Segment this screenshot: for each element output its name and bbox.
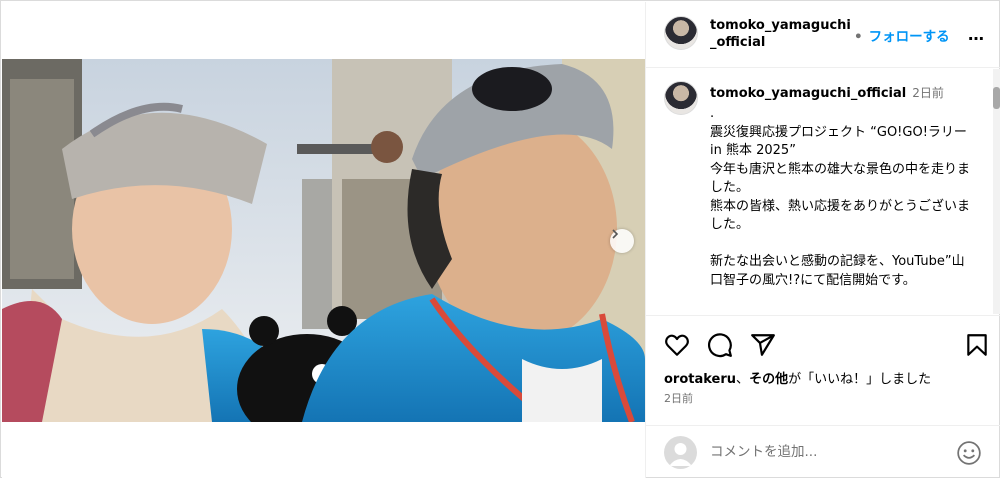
likes-summary: orotakeru、その他が「いいね！」しました bbox=[664, 368, 931, 387]
post-photo[interactable] bbox=[2, 59, 645, 422]
avatar[interactable] bbox=[664, 16, 698, 50]
follow-label: フォローする bbox=[868, 29, 950, 45]
header-username[interactable]: tomoko_yamaguchi _official bbox=[710, 17, 851, 51]
post-dialog: tomoko_yamaguchi _official • フォローする … tom… bbox=[0, 0, 1000, 478]
post-header: tomoko_yamaguchi _official • フォローする … bbox=[646, 2, 1000, 68]
caption-avatar[interactable] bbox=[664, 81, 698, 115]
follow-button[interactable]: • フォローする bbox=[854, 25, 950, 45]
header-username-line1: tomoko_yamaguchi bbox=[710, 18, 851, 33]
caption-header: tomoko_yamaguchi_official 2日前 bbox=[710, 84, 944, 102]
chevron-right-icon bbox=[612, 229, 619, 239]
comment-input[interactable] bbox=[710, 440, 940, 464]
likes-user[interactable]: orotakeru bbox=[664, 372, 736, 387]
caption-time[interactable]: 2日前 bbox=[912, 86, 944, 100]
media-panel bbox=[2, 2, 645, 478]
heart-icon[interactable] bbox=[664, 332, 690, 358]
more-options-icon[interactable]: … bbox=[968, 25, 985, 44]
caption-text: . 震災復興応援プロジェクト “GO!GO!ラリーin 熊本 2025” 今年も… bbox=[710, 106, 971, 288]
comment-composer bbox=[646, 425, 1000, 478]
actions-bar: orotakeru、その他が「いいね！」しました 2日前 bbox=[646, 315, 1000, 425]
post-sidebar: tomoko_yamaguchi _official • フォローする … tom… bbox=[645, 2, 1000, 478]
bookmark-icon[interactable] bbox=[964, 332, 990, 358]
default-avatar-icon bbox=[669, 443, 692, 466]
caption-username[interactable]: tomoko_yamaguchi_official bbox=[710, 86, 906, 101]
comment-icon[interactable] bbox=[707, 332, 733, 358]
emoji-icon[interactable] bbox=[956, 440, 982, 466]
post-date[interactable]: 2日前 bbox=[664, 390, 693, 406]
user-avatar-placeholder bbox=[664, 436, 697, 469]
next-slide-button[interactable] bbox=[610, 229, 634, 253]
share-icon[interactable] bbox=[750, 332, 776, 358]
likes-suffix: が「いいね！」しました bbox=[788, 372, 932, 387]
likes-others[interactable]: その他 bbox=[749, 372, 788, 387]
header-username-line2: _official bbox=[710, 35, 766, 50]
scrollbar-thumb[interactable] bbox=[993, 87, 1000, 109]
caption-scrollbar[interactable] bbox=[991, 69, 1000, 314]
caption-area: tomoko_yamaguchi_official 2日前 . 震災復興応援プロジ… bbox=[646, 69, 991, 315]
likes-separator: 、 bbox=[736, 372, 750, 387]
separator-dot: • bbox=[854, 29, 863, 45]
